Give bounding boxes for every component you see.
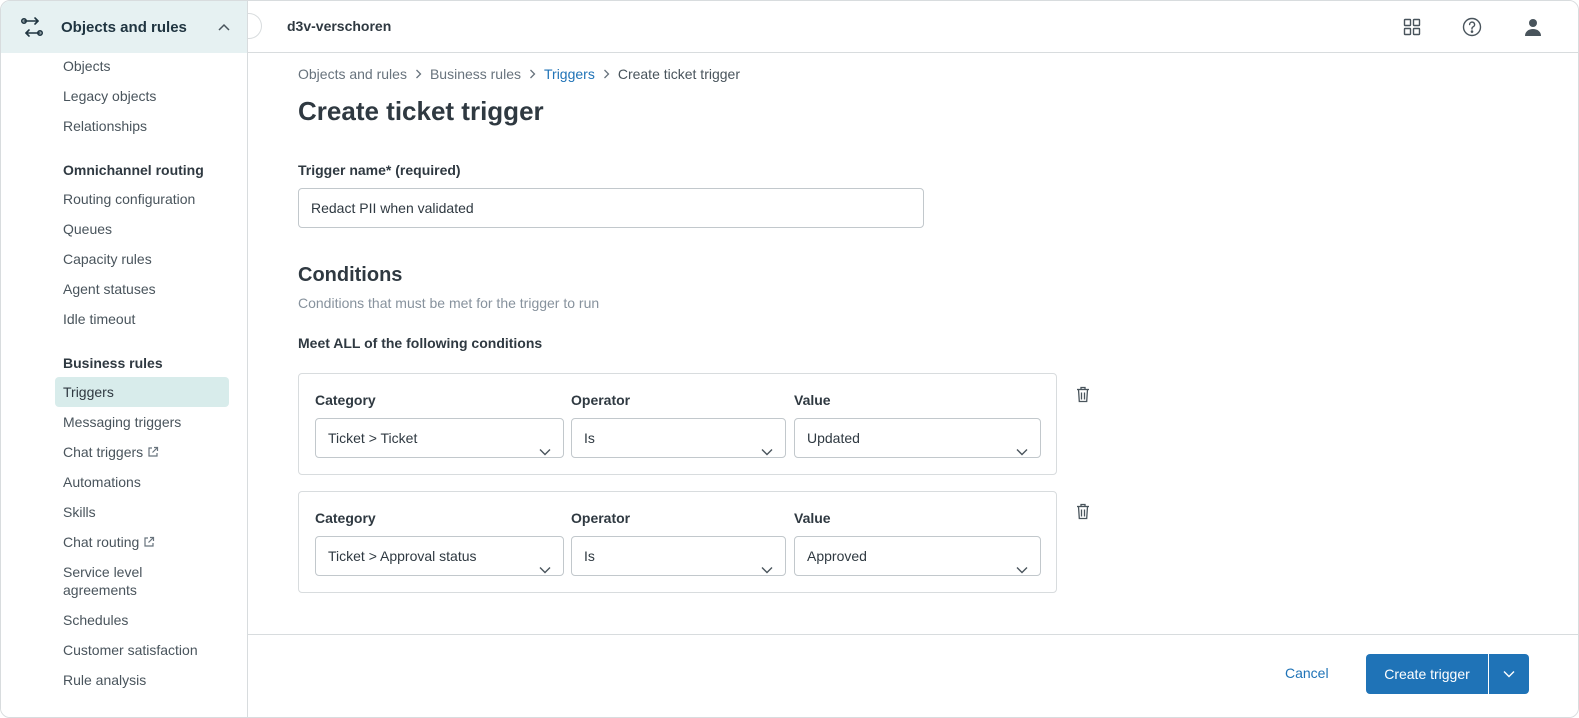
sidebar-item-label: Queues bbox=[63, 221, 113, 237]
value-label: Value bbox=[794, 510, 831, 526]
category-select-value: Ticket > Ticket bbox=[328, 430, 418, 446]
operator-select[interactable]: Is bbox=[571, 418, 786, 458]
sidebar-item-label: Chat routing bbox=[63, 534, 140, 550]
sidebar-item-label: Capacity rules bbox=[63, 251, 152, 267]
conditions-hint: Conditions that must be met for the trig… bbox=[298, 295, 600, 311]
sidebar-item-label: Idle timeout bbox=[63, 311, 136, 327]
top-bar: d3v-verschoren bbox=[248, 1, 1578, 53]
category-label: Category bbox=[315, 392, 376, 408]
sidebar-item-label: Agent statuses bbox=[63, 281, 156, 297]
operator-label: Operator bbox=[571, 510, 631, 526]
help-icon[interactable] bbox=[1460, 15, 1484, 39]
sidebar-item-agent-statuses[interactable]: Agent statuses bbox=[55, 280, 229, 298]
value-select[interactable]: Approved bbox=[794, 536, 1041, 576]
operator-select-value: Is bbox=[584, 548, 595, 564]
user-icon[interactable] bbox=[1521, 15, 1545, 39]
category-label: Category bbox=[315, 510, 376, 526]
value-label: Value bbox=[794, 392, 831, 408]
breadcrumb-current: Create ticket trigger bbox=[617, 66, 740, 82]
sidebar-section-heading: Omnichannel routing bbox=[63, 162, 204, 178]
operator-label: Operator bbox=[571, 392, 631, 408]
conditions-title: Conditions bbox=[298, 264, 403, 286]
sidebar-item-label: Routing configuration bbox=[63, 191, 196, 207]
sidebar-item-label: Customer satisfaction bbox=[63, 642, 198, 658]
external-link-icon bbox=[143, 534, 155, 552]
sidebar-item-relationships[interactable]: Relationships bbox=[55, 117, 229, 135]
meet-all-label: Meet ALL of the following conditions bbox=[298, 335, 543, 351]
sidebar-item-skills[interactable]: Skills bbox=[55, 503, 229, 521]
app-window: Objects and rules Objects Legacy objects… bbox=[0, 0, 1579, 718]
category-select[interactable]: Ticket > Approval status bbox=[315, 536, 564, 576]
sidebar-item-label: Chat triggers bbox=[63, 444, 144, 460]
breadcrumb-business-rules[interactable]: Business rules bbox=[430, 66, 521, 82]
operator-select[interactable]: Is bbox=[571, 536, 786, 576]
trash-icon[interactable] bbox=[1074, 384, 1092, 404]
sidebar-item-label: Schedules bbox=[63, 612, 129, 628]
sidebar-item-messaging-triggers[interactable]: Messaging triggers bbox=[55, 413, 229, 431]
chevron-right-icon bbox=[603, 69, 610, 79]
sidebar-title: Objects and rules bbox=[61, 18, 187, 36]
sidebar-toggle-handle[interactable] bbox=[248, 13, 262, 39]
sidebar-item-label: Legacy objects bbox=[63, 88, 157, 104]
sidebar-item-label: Objects bbox=[63, 58, 111, 74]
sidebar-item-label: Service level agreements bbox=[63, 564, 143, 598]
chevron-up-icon[interactable] bbox=[213, 16, 235, 38]
sidebar-item-label: Skills bbox=[63, 504, 96, 520]
grid-icon[interactable] bbox=[1400, 15, 1424, 39]
trash-icon[interactable] bbox=[1074, 501, 1092, 521]
sidebar-item-chat-triggers[interactable]: Chat triggers bbox=[55, 443, 229, 462]
breadcrumb: Objects and rules Business rules Trigger… bbox=[298, 66, 740, 82]
sidebar-item-label: Triggers bbox=[63, 384, 114, 400]
sidebar-item-queues[interactable]: Queues bbox=[55, 220, 229, 238]
chevron-down-icon bbox=[1016, 432, 1028, 470]
sidebar: Objects and rules Objects Legacy objects… bbox=[1, 1, 248, 717]
chevron-down-icon bbox=[539, 550, 551, 588]
create-options-button[interactable] bbox=[1489, 654, 1529, 694]
create-trigger-button[interactable]: Create trigger bbox=[1366, 654, 1488, 694]
trigger-name-input[interactable] bbox=[298, 188, 924, 228]
sidebar-item-triggers[interactable]: Triggers bbox=[55, 377, 229, 407]
operator-select-value: Is bbox=[584, 430, 595, 446]
cancel-button[interactable]: Cancel bbox=[1285, 665, 1329, 681]
category-select[interactable]: Ticket > Ticket bbox=[315, 418, 564, 458]
page-title: Create ticket trigger bbox=[298, 96, 544, 126]
sidebar-item-chat-routing[interactable]: Chat routing bbox=[55, 533, 229, 552]
sidebar-item-schedules[interactable]: Schedules bbox=[55, 611, 229, 629]
chevron-down-icon bbox=[1016, 550, 1028, 588]
condition-row: Category Operator Value Ticket > Approva… bbox=[298, 491, 1057, 593]
sidebar-item-label: Automations bbox=[63, 474, 141, 490]
breadcrumb-objects-and-rules[interactable]: Objects and rules bbox=[298, 66, 407, 82]
sidebar-header[interactable]: Objects and rules bbox=[1, 1, 247, 53]
sidebar-item-idle-timeout[interactable]: Idle timeout bbox=[55, 310, 229, 328]
chevron-down-icon bbox=[539, 432, 551, 470]
value-select-value: Updated bbox=[807, 430, 860, 446]
value-select-value: Approved bbox=[807, 548, 867, 564]
chevron-down-icon bbox=[761, 432, 773, 470]
sidebar-item-rule-analysis[interactable]: Rule analysis bbox=[55, 671, 229, 689]
sidebar-item-label: Relationships bbox=[63, 118, 148, 134]
value-select[interactable]: Updated bbox=[794, 418, 1041, 458]
condition-row: Category Operator Value Ticket > Ticket … bbox=[298, 373, 1057, 475]
sidebar-item-capacity-rules[interactable]: Capacity rules bbox=[55, 250, 229, 268]
trigger-name-label: Trigger name* (required) bbox=[298, 162, 461, 178]
category-select-value: Ticket > Approval status bbox=[328, 548, 477, 564]
chevron-down-icon bbox=[761, 550, 773, 588]
sidebar-item-objects[interactable]: Objects bbox=[55, 57, 229, 75]
objects-rules-icon bbox=[19, 14, 45, 40]
external-link-icon bbox=[147, 444, 159, 462]
sidebar-item-label: Messaging triggers bbox=[63, 414, 182, 430]
breadcrumb-triggers[interactable]: Triggers bbox=[544, 66, 595, 82]
chevron-right-icon bbox=[529, 69, 536, 79]
sidebar-item-routing-configuration[interactable]: Routing configuration bbox=[55, 190, 229, 208]
sidebar-section-heading: Business rules bbox=[63, 355, 163, 371]
chevron-right-icon bbox=[415, 69, 422, 79]
sidebar-item-label: Rule analysis bbox=[63, 672, 147, 688]
sidebar-item-legacy-objects[interactable]: Legacy objects bbox=[55, 87, 229, 105]
account-name: d3v-verschoren bbox=[287, 18, 392, 34]
chevron-down-icon bbox=[1503, 665, 1515, 683]
sidebar-item-automations[interactable]: Automations bbox=[55, 473, 229, 491]
sidebar-item-service-level-agreements[interactable]: Service level agreements bbox=[55, 563, 175, 599]
sidebar-item-customer-satisfaction[interactable]: Customer satisfaction bbox=[55, 641, 229, 659]
